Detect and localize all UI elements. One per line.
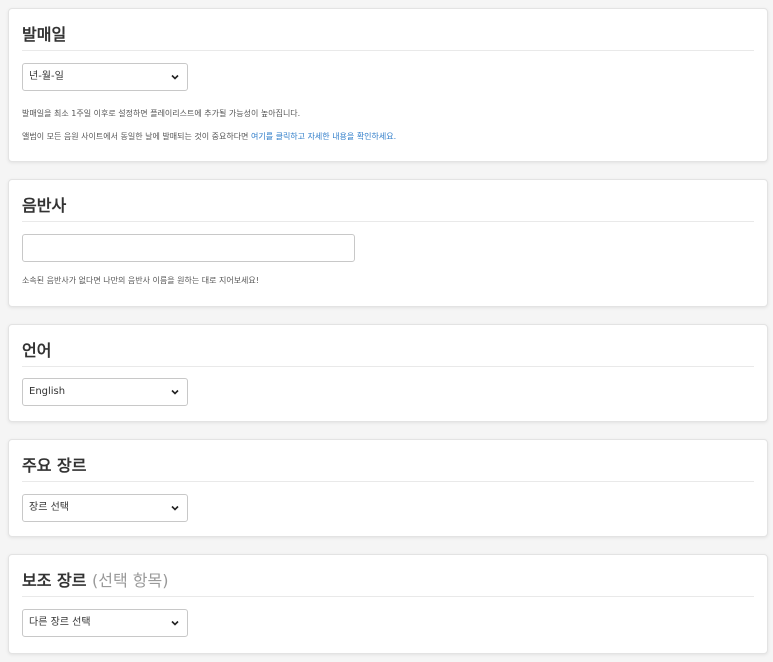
secondary-genre-select[interactable]: 다른 장르 선택 (22, 609, 188, 637)
release-date-info-link[interactable]: 여기를 클릭하고 자세한 내용을 확인하세요. (251, 132, 396, 141)
divider (22, 50, 754, 51)
label-input[interactable] (22, 234, 355, 262)
chevron-down-icon (171, 389, 179, 395)
primary-genre-title: 주요 장르 (22, 456, 87, 475)
divider (22, 221, 754, 222)
optional-label: (선택 항목) (92, 571, 169, 590)
divider (22, 366, 754, 367)
chevron-down-icon (171, 620, 179, 626)
release-date-help-text: 앨범이 모든 음원 사이트에서 동일한 날에 발매되는 것이 중요하다면 (22, 132, 251, 141)
primary-genre-select[interactable]: 장르 선택 (22, 494, 188, 522)
release-date-select[interactable]: 년-월-일 (22, 63, 188, 91)
secondary-genre-select-value: 다른 장르 선택 (29, 617, 91, 628)
secondary-genre-title: 보조 장르 (선택 항목) (22, 567, 168, 591)
language-select-value: English (29, 386, 66, 397)
chevron-down-icon (171, 505, 179, 511)
release-date-help-2: 앨범이 모든 음원 사이트에서 동일한 날에 발매되는 것이 중요하다면 여기를… (22, 132, 396, 142)
secondary-genre-title-text: 보조 장르 (22, 571, 87, 590)
divider (22, 596, 754, 597)
divider (22, 481, 754, 482)
primary-genre-select-value: 장르 선택 (29, 502, 69, 513)
secondary-genre-section: 보조 장르 (선택 항목) 다른 장르 선택 (8, 554, 768, 654)
primary-genre-section: 주요 장르 장르 선택 (8, 439, 768, 537)
language-section: 언어 English (8, 324, 768, 422)
release-date-section: 발매일 년-월-일 발매일을 최소 1주일 이후로 설정하면 플레이리스트에 추… (8, 8, 768, 162)
release-date-title: 발매일 (22, 25, 67, 44)
language-select[interactable]: English (22, 378, 188, 406)
language-title: 언어 (22, 341, 52, 360)
label-help: 소속된 음반사가 없다면 나만의 음반사 이름을 원하는 대로 지어보세요! (22, 276, 259, 285)
release-date-help: 발매일을 최소 1주일 이후로 설정하면 플레이리스트에 추가될 가능성이 높아… (22, 109, 301, 118)
label-title: 음반사 (22, 196, 67, 215)
chevron-down-icon (171, 74, 179, 80)
release-date-select-value: 년-월-일 (29, 71, 64, 82)
label-section: 음반사 소속된 음반사가 없다면 나만의 음반사 이름을 원하는 대로 지어보세… (8, 179, 768, 307)
